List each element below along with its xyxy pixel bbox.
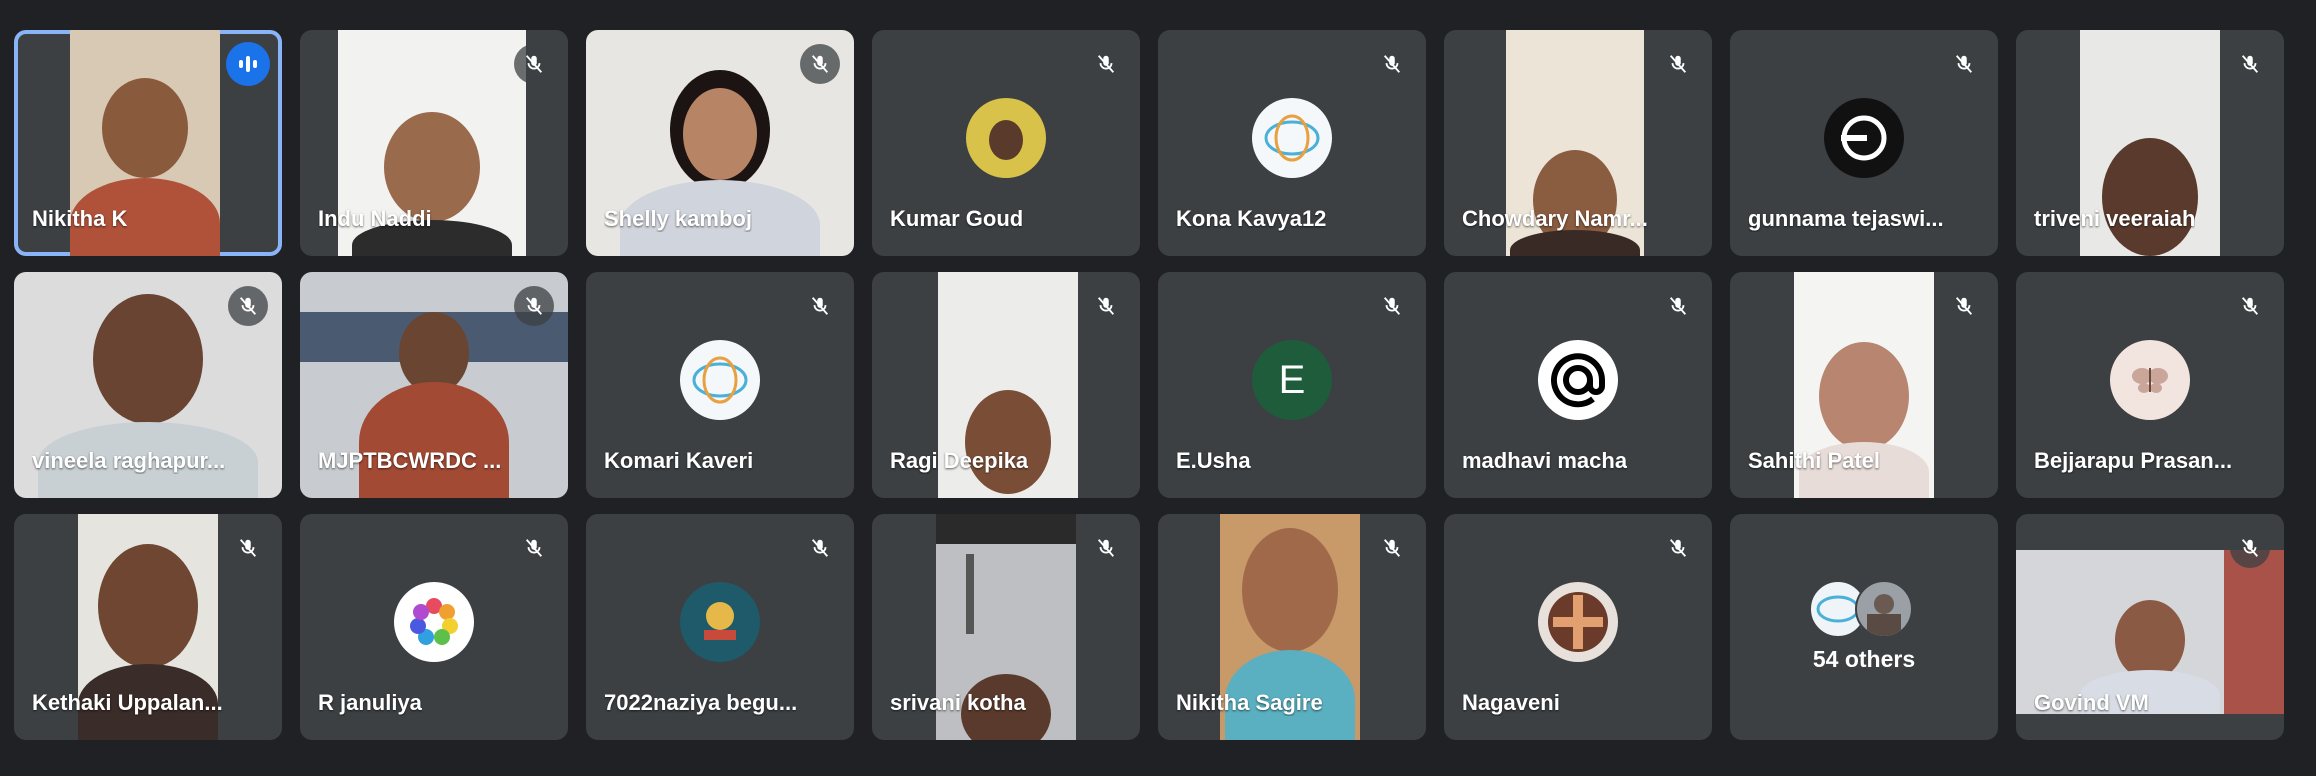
participant-tile[interactable]: Ragi Deepika [872,272,1140,498]
others-count-label: 54 others [1812,646,1916,672]
butterfly-avatar-icon [2110,340,2190,421]
participant-name: Nikitha Sagire [1176,690,1323,715]
participant-tile[interactable]: MJPTBCWRDC ... [300,272,568,498]
participant-name: R januliya [318,690,422,715]
participant-name: Kumar Goud [890,206,1024,231]
participant-tile[interactable]: Indu Naddi [300,30,568,256]
participant-name: Indu Naddi [318,206,432,231]
participant-tile[interactable]: E E.Usha [1158,272,1426,498]
photo-avatar-icon [1538,582,1618,663]
mic-off-icon [228,286,268,326]
participant-tile[interactable]: Nikitha K [14,30,282,256]
mic-off-icon [514,286,554,326]
participant-name: Ragi Deepika [890,448,1029,473]
mic-off-icon [2230,286,2270,326]
participant-name: srivani kotha [890,690,1026,715]
participant-tile[interactable]: Komari Kaveri [586,272,854,498]
logo-avatar-icon [1252,98,1332,179]
participant-tile[interactable]: R januliya [300,514,568,740]
logo-avatar-icon [680,340,760,421]
participant-name: E.Usha [1176,448,1251,473]
participant-tile[interactable]: srivani kotha [872,514,1140,740]
participant-tile[interactable]: gunnama tejaswi... [1730,30,1998,256]
mic-off-icon [1658,44,1698,84]
participant-tile[interactable]: triveni veeraiah [2016,30,2284,256]
participant-name: Shelly kamboj [604,206,752,231]
participant-tile[interactable]: Sahithi Patel [1730,272,1998,498]
participant-tile[interactable]: Shelly kamboj [586,30,854,256]
speaking-indicator-icon [226,42,270,86]
participant-name: gunnama tejaswi... [1748,206,1944,231]
mic-off-icon [1372,286,1412,326]
mic-off-icon [1086,286,1126,326]
mic-off-icon [2230,44,2270,84]
participant-name: Bejjarapu Prasan... [2034,448,2233,473]
logo-avatar-icon [1824,98,1904,179]
flower-avatar-icon [394,582,474,663]
mic-off-icon [514,528,554,568]
mic-off-icon [1658,286,1698,326]
participant-name: madhavi macha [1462,448,1628,473]
participant-tile[interactable]: Kumar Goud [872,30,1140,256]
participant-name: 7022naziya begu... [604,690,798,715]
photo-avatar-icon [1855,580,1913,638]
participant-tile[interactable]: Chowdary Namr... [1444,30,1712,256]
mic-off-icon [1372,44,1412,84]
participant-name: vineela raghapur... [32,448,226,473]
participant-name: Kona Kavya12 [1176,206,1327,231]
participant-tile[interactable]: vineela raghapur... [14,272,282,498]
skills-logo-avatar-icon [680,582,760,663]
participant-grid: Nikitha K Indu Naddi Shelly kamboj Kumar… [14,30,2284,740]
participant-name: Chowdary Namr... [1462,206,1648,231]
participant-tile[interactable]: Bejjarapu Prasan... [2016,272,2284,498]
mic-off-icon [1658,528,1698,568]
mic-off-icon [800,286,840,326]
others-avatar-stack [1809,580,1919,638]
participant-name: Sahithi Patel [1748,448,1881,473]
participant-name: Govind VM [2034,690,2149,715]
mic-off-icon [2230,528,2270,568]
participant-name: Nikitha K [32,206,128,231]
mic-off-icon [1944,286,1984,326]
mic-off-icon [1086,528,1126,568]
participant-tile[interactable]: madhavi macha [1444,272,1712,498]
mic-off-icon [1944,44,1984,84]
mic-off-icon [514,44,554,84]
participant-tile[interactable]: Kethaki Uppalan... [14,514,282,740]
participant-tile[interactable]: Nikitha Sagire [1158,514,1426,740]
participant-name: Kethaki Uppalan... [32,690,223,715]
participant-tile[interactable]: Govind VM [2016,514,2284,740]
mic-off-icon [1372,528,1412,568]
others-tile[interactable]: 54 others [1730,514,1998,740]
photo-avatar-icon [966,98,1046,179]
letter-avatar: E [1252,340,1332,421]
participant-name: MJPTBCWRDC ... [318,448,502,473]
mic-off-icon [228,528,268,568]
participant-name: triveni veeraiah [2034,206,2196,231]
participant-name: Nagaveni [1462,690,1560,715]
participant-tile[interactable]: 7022naziya begu... [586,514,854,740]
at-sign-avatar-icon [1538,340,1618,421]
participant-tile[interactable]: Kona Kavya12 [1158,30,1426,256]
participant-name: Komari Kaveri [604,448,754,473]
mic-off-icon [800,44,840,84]
mic-off-icon [1086,44,1126,84]
participant-tile[interactable]: Nagaveni [1444,514,1712,740]
mic-off-icon [800,528,840,568]
